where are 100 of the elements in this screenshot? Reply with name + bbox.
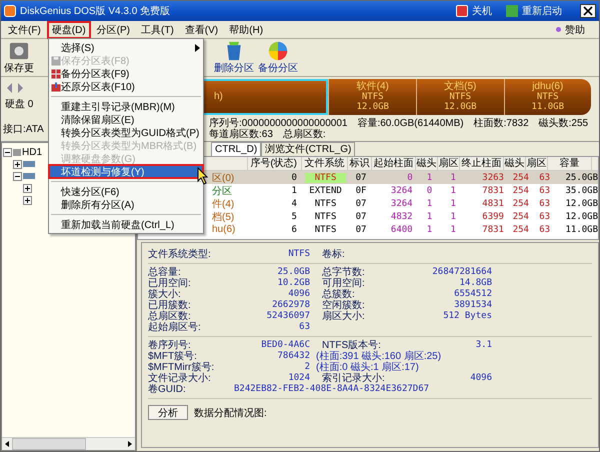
menu-item[interactable]: 查看(V) [180, 20, 224, 38]
field-value: (柱面:0 磁头:1 扇区:17) [315, 362, 419, 373]
column-header[interactable]: 文件系统 [302, 157, 348, 170]
field-label: 扇区大小: [322, 311, 365, 322]
table-cell-text: 4831 [481, 198, 505, 208]
expander-icon[interactable] [13, 172, 22, 180]
menu-option[interactable]: 删除所有分区(A) [49, 198, 204, 211]
backup-partition-button[interactable]: 备份分区 [257, 40, 299, 74]
column-header[interactable]: 磁头 [504, 157, 526, 170]
table-cell-text: 3263 [481, 172, 505, 182]
menu-option[interactable]: 快速分区(F6) [49, 185, 204, 198]
menu-item[interactable]: 文件(F) [3, 20, 46, 38]
close-button[interactable] [580, 4, 596, 18]
column-header[interactable]: 磁头 [416, 157, 438, 170]
table-cell-text: 1 [426, 212, 434, 222]
menu-option[interactable]: 备份分区表(F9) [49, 67, 204, 80]
column-header[interactable]: 序号(状态) [248, 157, 302, 170]
expander-icon[interactable] [3, 148, 12, 156]
menu-option[interactable]: 转换分区表类型为GUID格式(P) [49, 126, 204, 139]
nav-arrows-icon[interactable] [5, 83, 25, 93]
table-cell-text: 254 [512, 186, 530, 196]
field-value: B242EB82-FEB2-408E-8A4A-8324E3627D67 [233, 384, 430, 395]
table-cell-text: 63 [538, 212, 552, 222]
disk-info-text: 柱面数:7832 [474, 118, 529, 129]
table-cell-text: 7831 [481, 186, 505, 196]
disk-info-text: 接口:ATA [3, 122, 44, 136]
table-cell-text: 1 [450, 198, 457, 208]
table-cell: 分区 [212, 186, 232, 196]
table-cell-text: 0 [406, 172, 414, 182]
field-value: 4096 [470, 373, 492, 383]
field-value: 26847281664 [432, 267, 492, 277]
column-header[interactable]: 扇区 [438, 157, 460, 170]
table-cell-text: 1 [450, 186, 457, 196]
field-label: 卷GUID: [148, 384, 187, 395]
field-value: 52436097 [266, 311, 310, 322]
field-label: 卷标: [322, 249, 345, 260]
field-label: 已用空间: [148, 278, 192, 289]
field-label: 文件系统类型: [148, 249, 212, 260]
tab[interactable]: CTRL_D) [211, 142, 262, 156]
floppy-icon [50, 56, 60, 66]
field-label: 起始扇区号: [148, 322, 202, 333]
table-cell-text: 3264 [390, 186, 414, 196]
sponsor-link[interactable]: 赞助 [565, 22, 585, 36]
menu-item[interactable]: 工具(T) [136, 20, 179, 38]
table-cell: hu(6) [212, 224, 236, 235]
menu-item[interactable]: 分区(P) [92, 20, 136, 38]
partition-segment[interactable]: jdhu(6) NTFS 11.0GB [504, 79, 591, 115]
menu-option[interactable]: 坏道检测与修复(Y) [49, 165, 204, 178]
column-header[interactable]: 终止柱面 [460, 157, 504, 170]
field-value: 786432 [276, 351, 310, 362]
table-icon [50, 68, 60, 78]
horizontal-scrollbar[interactable] [2, 437, 135, 450]
partition-segment[interactable]: 软件(4) NTFS 12.0GB [328, 79, 416, 115]
column-header[interactable]: 扇区 [526, 157, 548, 170]
field-label: 可用空间: [322, 278, 365, 289]
field-value: 14.8GB [459, 278, 492, 288]
table-cell: NTFS [304, 172, 346, 182]
column-header[interactable]: 起始柱面 [372, 157, 416, 170]
table-cell-text: 1 [450, 172, 457, 182]
expander-icon[interactable] [13, 160, 22, 168]
field-value: 25.0GB [276, 267, 310, 278]
table-cell-text: 25.0GB [564, 172, 598, 182]
table-cell: 区(0) [212, 172, 234, 184]
table-cell-text: 1 [290, 186, 298, 196]
field-label: 卷序列号: [148, 340, 192, 351]
table-cell-text: 4832 [390, 212, 414, 222]
expander-icon[interactable] [23, 184, 32, 192]
table-cell-text: 4 [290, 198, 298, 208]
delete-partition-button[interactable]: 删除分区 [213, 40, 255, 74]
table-cell-text: 0 [426, 186, 434, 196]
menu-option[interactable]: 清除保留扇区(E) [49, 113, 204, 126]
table-cell-text: NTFS [314, 212, 338, 222]
title-action[interactable]: 关机 [472, 4, 492, 18]
chart-label: 数据分配情况图: [194, 406, 267, 420]
field-label: 文件记录大小: [148, 373, 212, 384]
partition-segment[interactable]: 文档(5) NTFS 12.0GB [416, 79, 504, 115]
field-value: 2662978 [271, 300, 310, 311]
table-cell-text: 63 [538, 172, 552, 182]
menu-option[interactable]: 选择(S) [49, 41, 204, 54]
save-button[interactable]: 保存更 [3, 40, 35, 74]
table-cell-text: 07 [354, 212, 368, 222]
title-action[interactable]: 重新启动 [522, 4, 562, 18]
field-label: 总容量: [148, 267, 182, 278]
tab[interactable]: 浏览文件(CTRL_G) [261, 142, 356, 156]
menu-item[interactable]: 帮助(H) [224, 20, 268, 38]
field-value: 4096 [287, 289, 310, 300]
table-cell-text: 07 [354, 172, 368, 182]
analyze-button[interactable]: 分析 [148, 405, 188, 420]
table-cell-text: 12.0GB [564, 212, 598, 222]
table-cell-text: 07 [354, 224, 368, 234]
column-header[interactable]: 标识 [348, 157, 372, 170]
table-cell-text: 6 [290, 224, 298, 234]
field-label: 总字节数: [322, 267, 365, 278]
tree-item[interactable]: HD1 [22, 146, 42, 158]
field-value: 1024 [287, 373, 310, 384]
column-header[interactable]: 容量 [548, 157, 592, 170]
menu-option[interactable]: 重新加载当前硬盘(Ctrl_L) [49, 218, 204, 231]
table-cell-text: 254 [512, 224, 530, 234]
field-label: 总簇数: [322, 289, 355, 300]
expander-icon[interactable] [23, 196, 32, 204]
